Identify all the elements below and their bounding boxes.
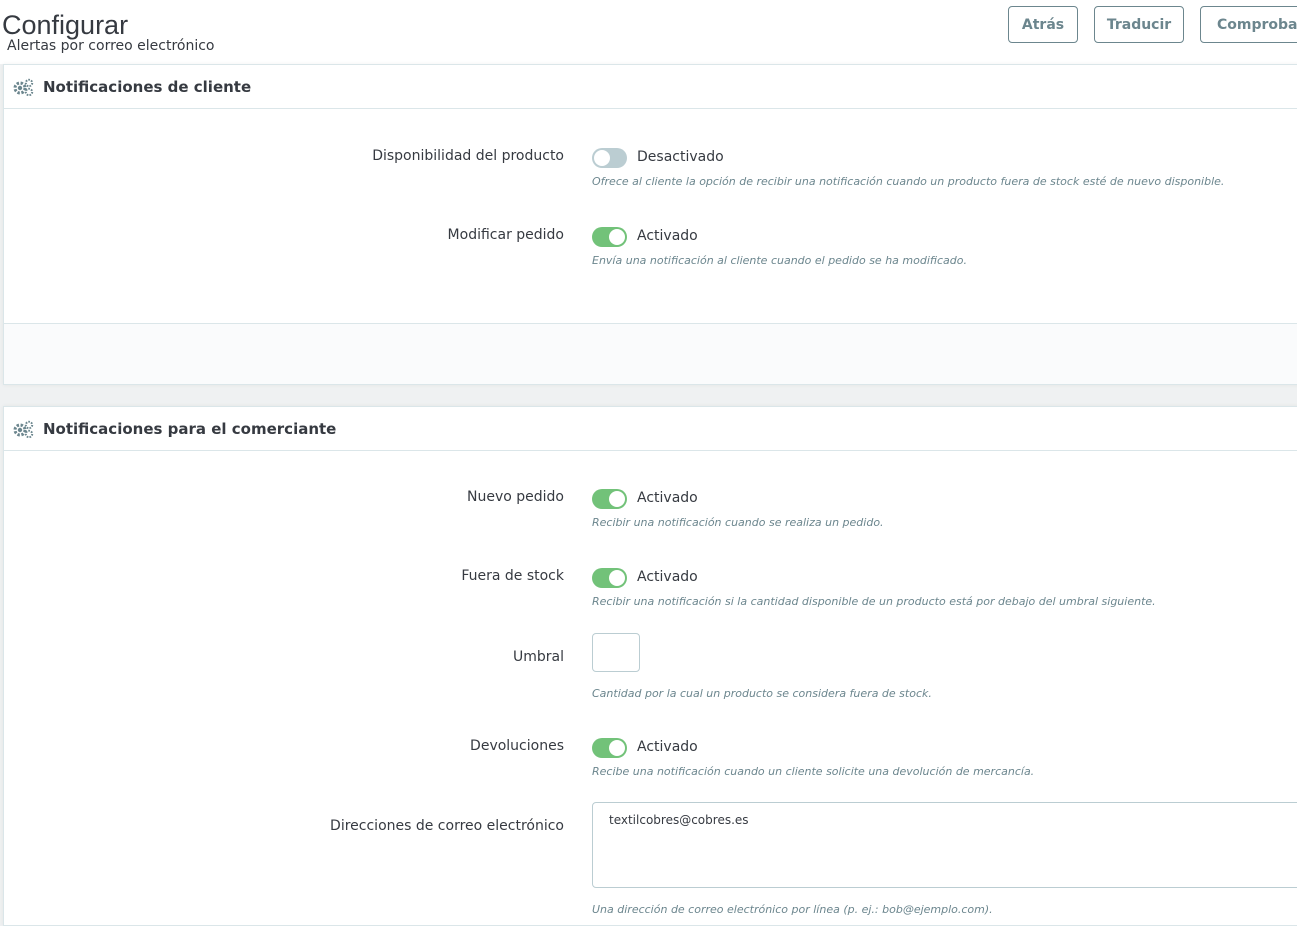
switch-state: Activado (637, 739, 698, 755)
back-button[interactable]: Atrás (1008, 6, 1078, 43)
field-label: Modificar pedido (447, 227, 564, 243)
page-header: Configurar Alertas por correo electrónic… (0, 0, 1297, 64)
switch-state: Activado (637, 228, 698, 244)
check-button[interactable]: Comprobar (1200, 6, 1297, 43)
field-label: Direcciones de correo electrónico (330, 818, 564, 834)
new-order-switch[interactable] (592, 489, 627, 509)
switch-state: Activado (637, 569, 698, 585)
help-text: Ofrece al cliente la opción de recibir u… (592, 175, 1225, 188)
field-label: Fuera de stock (461, 568, 564, 584)
switch-knob (609, 229, 625, 245)
panel-heading: Notificaciones de cliente (4, 65, 1297, 109)
switch-knob (594, 150, 610, 166)
modify-order-switch[interactable] (592, 227, 627, 247)
switch-state: Activado (637, 490, 698, 506)
product-availability-switch[interactable] (592, 148, 627, 168)
panel-heading: Notificaciones para el comerciante (4, 407, 1297, 451)
switch-state: Desactivado (637, 149, 724, 165)
emails-textarea[interactable]: textilcobres@cobres.es (592, 802, 1297, 888)
panel-footer (4, 323, 1297, 384)
panel-title: Notificaciones para el comerciante (43, 419, 337, 438)
field-label: Umbral (513, 649, 564, 665)
merchant-notifications-panel: Notificaciones para el comerciante Nuevo… (3, 406, 1297, 926)
switch-knob (609, 491, 625, 507)
switch-knob (609, 740, 625, 756)
cogs-icon (13, 420, 34, 438)
page-title: Configurar (2, 10, 129, 40)
help-text: Cantidad por la cual un producto se cons… (592, 687, 932, 700)
threshold-input[interactable] (592, 633, 640, 672)
panel-title: Notificaciones de cliente (43, 77, 252, 96)
returns-switch[interactable] (592, 738, 627, 758)
help-text: Una dirección de correo electrónico por … (592, 903, 993, 916)
switch-knob (609, 570, 625, 586)
help-text: Recibe una notificación cuando un client… (592, 765, 1035, 778)
field-label: Nuevo pedido (467, 489, 564, 505)
field-label: Devoluciones (470, 738, 564, 754)
help-text: Recibir una notificación si la cantidad … (592, 595, 1156, 608)
page-subtitle: Alertas por correo electrónico (7, 38, 215, 54)
translate-button[interactable]: Traducir (1094, 6, 1184, 43)
cogs-icon (13, 78, 34, 96)
field-label: Disponibilidad del producto (372, 148, 564, 164)
out-of-stock-switch[interactable] (592, 568, 627, 588)
help-text: Envía una notificación al cliente cuando… (592, 254, 967, 267)
customer-notifications-panel: Notificaciones de cliente Disponibilidad… (3, 64, 1297, 385)
help-text: Recibir una notificación cuando se reali… (592, 516, 884, 529)
